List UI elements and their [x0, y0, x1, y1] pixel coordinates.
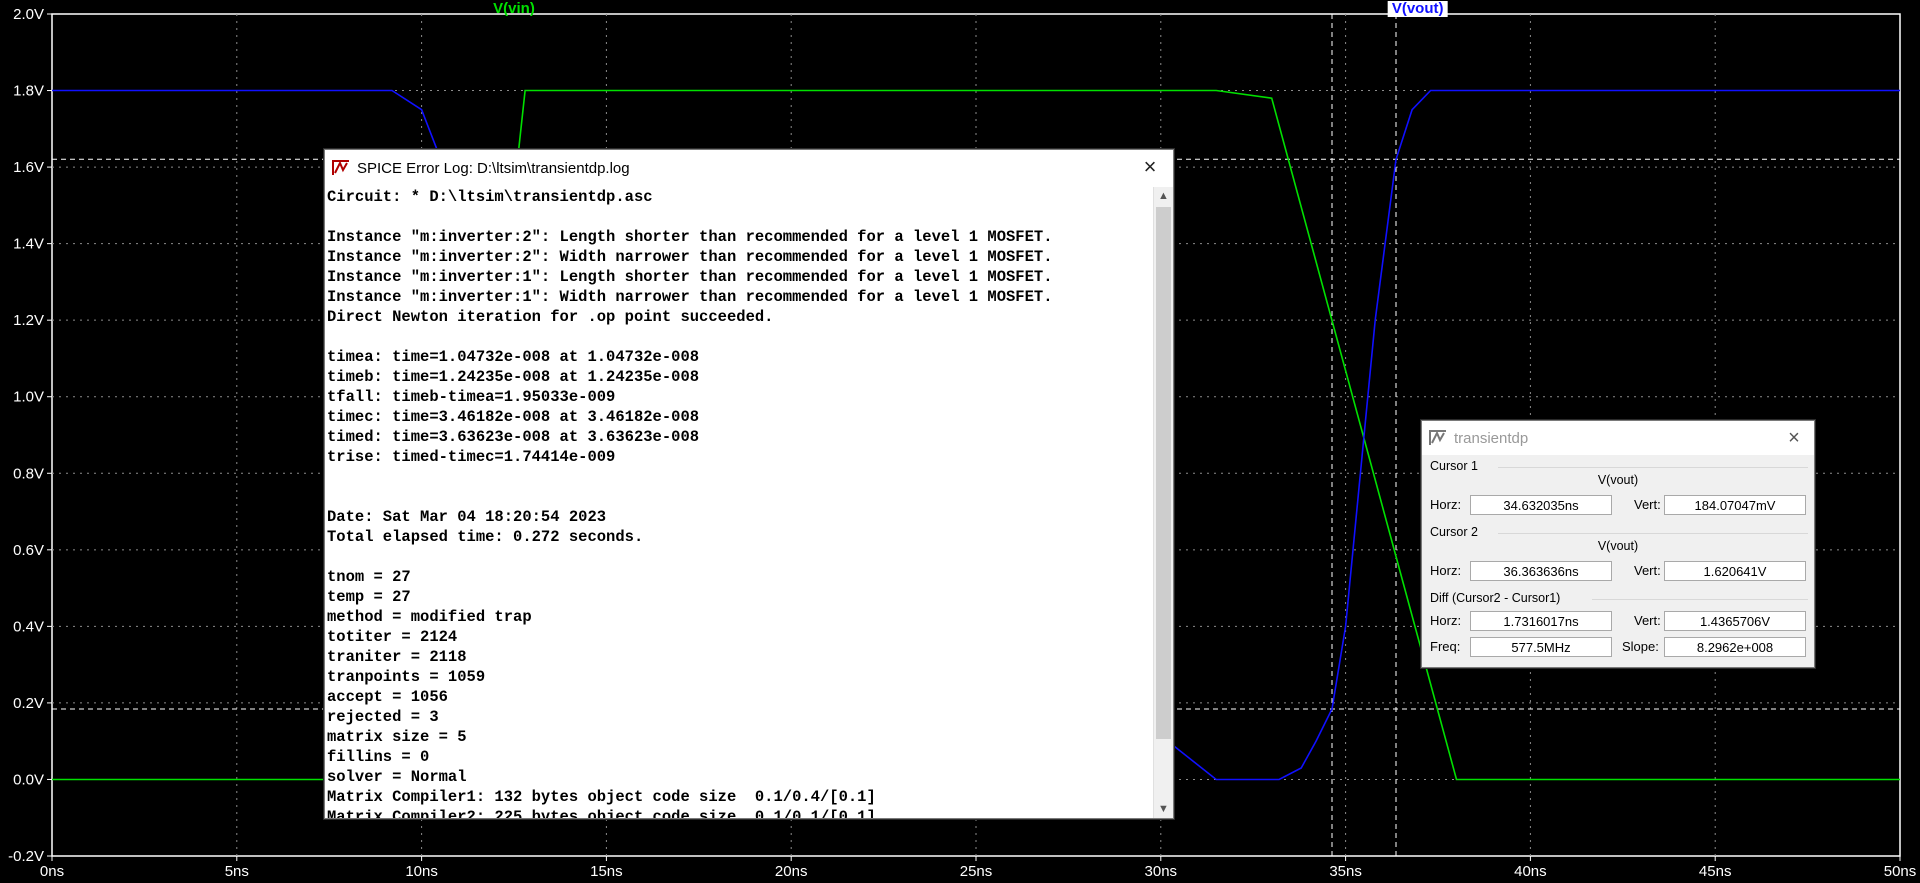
log-line: temp = 27 — [327, 588, 411, 606]
close-icon[interactable]: × — [1784, 427, 1804, 450]
log-line: Matrix Compiler2: 225 bytes object code … — [327, 808, 876, 818]
y-tick-label: 0.6V — [13, 542, 44, 559]
cursor2-signal: V(vout) — [1597, 539, 1639, 553]
divider — [1592, 599, 1808, 600]
log-line: tnom = 27 — [327, 568, 411, 586]
diff-vert-label: Vert: — [1634, 613, 1661, 628]
x-tick-label: 35ns — [1329, 863, 1362, 880]
x-tick-label: 50ns — [1884, 863, 1917, 880]
log-line: tranpoints = 1059 — [327, 668, 486, 686]
x-tick-label: 25ns — [960, 863, 993, 880]
divider — [1498, 533, 1808, 534]
log-line: Direct Newton iteration for .op point su… — [327, 308, 774, 326]
cursor1-vert-label: Vert: — [1634, 497, 1661, 512]
diff-freq-field[interactable]: 577.5MHz — [1470, 637, 1612, 657]
y-tick-label: 0.0V — [13, 771, 44, 788]
cursor-readout-window[interactable]: transientdp × Cursor 1 V(vout) Horz: 34.… — [1421, 420, 1815, 668]
trace-label-vout: V(vout) — [1392, 0, 1444, 17]
log-line: rejected = 3 — [327, 708, 439, 726]
diff-horz-label: Horz: — [1430, 613, 1462, 628]
log-line: Instance "m:inverter:1": Width narrower … — [327, 288, 1053, 306]
scroll-down-icon[interactable]: ▼ — [1154, 800, 1173, 818]
cursor2-vert-field[interactable]: 1.620641V — [1664, 561, 1806, 581]
log-line: Circuit: * D:\ltsim\transientdp.asc — [327, 188, 653, 206]
log-line: Instance "m:inverter:1": Length shorter … — [327, 268, 1053, 286]
ltspice-app-icon — [332, 160, 349, 175]
cursor2-horz-field[interactable]: 36.363636ns — [1470, 561, 1612, 581]
divider — [1498, 467, 1808, 468]
y-tick-label: 1.4V — [13, 236, 44, 253]
log-line: accept = 1056 — [327, 688, 448, 706]
cursor-window-titlebar[interactable]: transientdp × — [1422, 421, 1814, 455]
log-line: matrix size = 5 — [327, 728, 467, 746]
diff-horz-field[interactable]: 1.7316017ns — [1470, 611, 1612, 631]
x-tick-label: 15ns — [590, 863, 623, 880]
log-line: timea: time=1.04732e-008 at 1.04732e-008 — [327, 348, 700, 366]
y-tick-label: 1.6V — [13, 159, 44, 176]
log-line: solver = Normal — [327, 768, 467, 786]
cursor1-group: Cursor 1 V(vout) Horz: 34.632035ns Vert:… — [1428, 459, 1808, 521]
x-tick-label: 5ns — [225, 863, 249, 880]
log-line: Total elapsed time: 0.272 seconds. — [327, 528, 644, 546]
log-line: Instance "m:inverter:2": Length shorter … — [327, 228, 1053, 246]
x-tick-label: 40ns — [1514, 863, 1547, 880]
cursor2-vert-label: Vert: — [1634, 563, 1661, 578]
cursor1-horz-field[interactable]: 34.632035ns — [1470, 495, 1612, 515]
y-tick-label: 2.0V — [13, 6, 44, 23]
y-tick-label: -0.2V — [8, 848, 44, 865]
log-line: Date: Sat Mar 04 18:20:54 2023 — [327, 508, 607, 526]
log-line: timed: time=3.63623e-008 at 3.63623e-008 — [327, 428, 700, 446]
log-line: fillins = 0 — [327, 748, 430, 766]
log-line: trise: timed-timec=1.74414e-009 — [327, 448, 616, 466]
x-tick-label: 10ns — [405, 863, 438, 880]
cursor2-label: Cursor 2 — [1430, 525, 1478, 539]
diff-vert-field[interactable]: 1.4365706V — [1664, 611, 1806, 631]
x-tick-label: 0ns — [40, 863, 64, 880]
cursor1-horz-label: Horz: — [1430, 497, 1462, 512]
log-line: tfall: timeb-timea=1.95033e-009 — [327, 388, 616, 406]
diff-group: Diff (Cursor2 - Cursor1) Horz: 1.7316017… — [1428, 591, 1808, 663]
cursor1-vert-field[interactable]: 184.07047mV — [1664, 495, 1806, 515]
log-line: Matrix Compiler1: 132 bytes object code … — [327, 788, 876, 806]
cursor-window-title: transientdp — [1454, 429, 1529, 447]
log-line: traniter = 2118 — [327, 648, 467, 666]
y-tick-label: 1.8V — [13, 83, 44, 100]
cursor2-horz-label: Horz: — [1430, 563, 1462, 578]
log-window-title: SPICE Error Log: D:\ltsim\transientdp.lo… — [357, 159, 630, 177]
cursor1-label: Cursor 1 — [1430, 459, 1478, 473]
diff-label: Diff (Cursor2 - Cursor1) — [1430, 591, 1561, 605]
y-tick-label: 0.4V — [13, 618, 44, 635]
scroll-up-icon[interactable]: ▲ — [1154, 187, 1173, 205]
scroll-thumb[interactable] — [1156, 207, 1171, 739]
diff-slope-label: Slope: — [1622, 639, 1659, 654]
cursor2-group: Cursor 2 V(vout) Horz: 36.363636ns Vert:… — [1428, 525, 1808, 587]
diff-slope-field[interactable]: 8.2962e+008 — [1664, 637, 1806, 657]
y-tick-label: 0.8V — [13, 465, 44, 482]
cursor1-signal: V(vout) — [1597, 473, 1639, 487]
x-tick-label: 20ns — [775, 863, 808, 880]
trace-label-vin: V(vin) — [493, 0, 535, 17]
log-window-titlebar[interactable]: SPICE Error Log: D:\ltsim\transientdp.lo… — [325, 150, 1173, 186]
y-tick-label: 1.2V — [13, 312, 44, 329]
log-text-area[interactable]: Circuit: * D:\ltsim\transientdp.asc Insta… — [327, 187, 1153, 818]
close-icon[interactable]: × — [1139, 156, 1161, 178]
x-tick-label: 45ns — [1699, 863, 1732, 880]
log-line: timeb: time=1.24235e-008 at 1.24235e-008 — [327, 368, 700, 386]
log-vertical-scrollbar[interactable]: ▲ ▼ — [1153, 187, 1173, 818]
log-line: timec: time=3.46182e-008 at 3.46182e-008 — [327, 408, 700, 426]
y-tick-label: 1.0V — [13, 389, 44, 406]
x-tick-label: 30ns — [1145, 863, 1178, 880]
log-line: method = modified trap — [327, 608, 532, 626]
diff-freq-label: Freq: — [1430, 639, 1461, 654]
log-line: Instance "m:inverter:2": Width narrower … — [327, 248, 1053, 266]
ltspice-app-icon — [1429, 430, 1446, 445]
y-tick-label: 0.2V — [13, 695, 44, 712]
spice-error-log-window[interactable]: SPICE Error Log: D:\ltsim\transientdp.lo… — [324, 149, 1174, 819]
log-line: totiter = 2124 — [327, 628, 458, 646]
